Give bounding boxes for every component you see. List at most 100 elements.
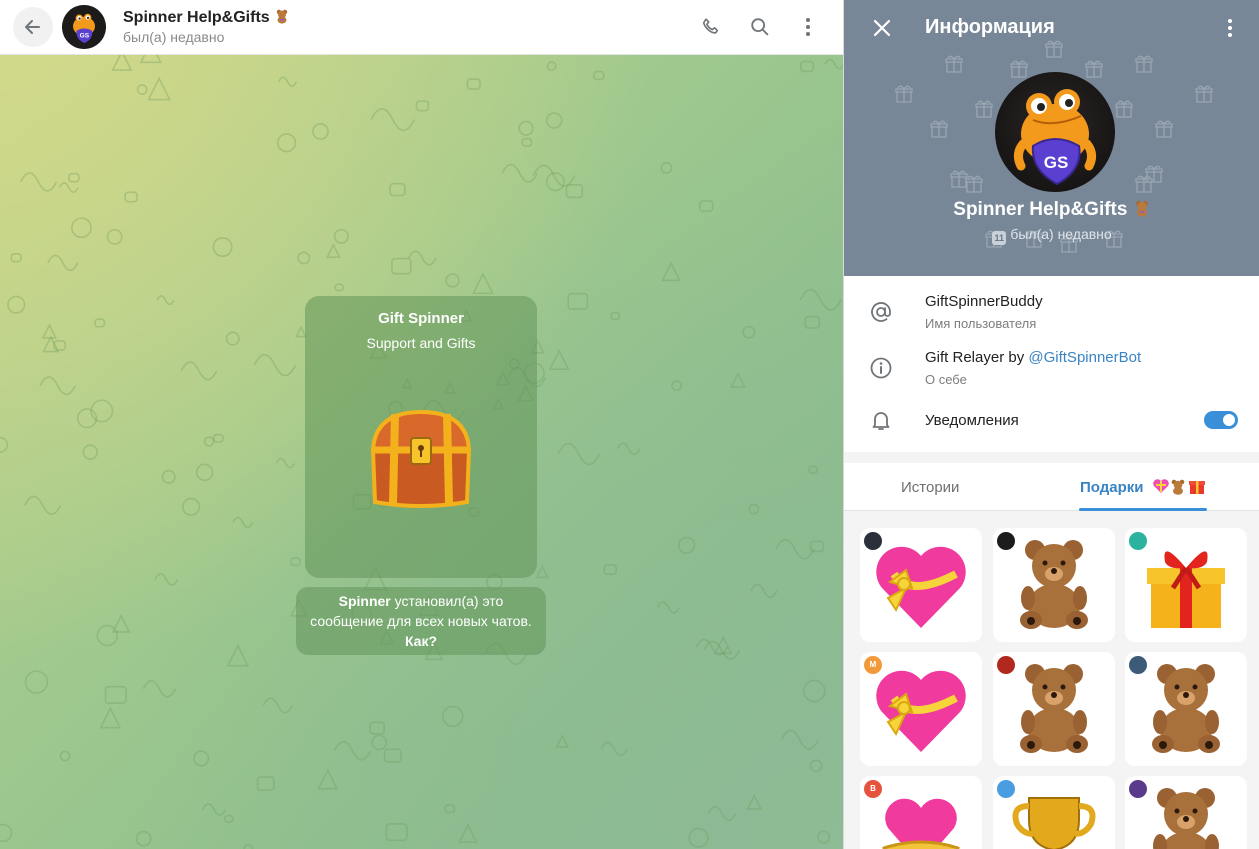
doodle-shape <box>68 172 80 183</box>
more-button[interactable] <box>795 14 821 40</box>
search-button[interactable] <box>747 14 773 40</box>
doodle-shape <box>800 60 815 73</box>
doodle-shape <box>535 564 549 579</box>
bio-text: Gift Relayer by <box>925 349 1029 366</box>
doodle-shape <box>369 721 386 735</box>
gift-card-teddy-bear[interactable] <box>1125 776 1247 849</box>
profile-status-text: был(а) недавно <box>1010 226 1112 242</box>
bot-welcome-card: Gift Spinner Support and Gifts <box>305 296 537 578</box>
bio-bot-link[interactable]: @GiftSpinnerBot <box>1028 349 1141 366</box>
gift-card-heart-box[interactable]: B <box>860 776 982 849</box>
doodle-shape <box>729 372 746 388</box>
profile-avatar[interactable]: GS <box>995 72 1115 192</box>
doodle-shape <box>147 76 171 101</box>
doodle-shape <box>565 184 584 199</box>
doodle-shape <box>225 331 240 346</box>
doodle-shape <box>334 283 344 292</box>
doodle-shape <box>713 635 733 655</box>
gift-card-teddy-bear[interactable] <box>993 528 1115 642</box>
gift-card-trophy[interactable] <box>993 776 1115 849</box>
close-button[interactable] <box>868 14 896 42</box>
doodle-shape <box>780 729 819 750</box>
doodle-shape <box>688 827 709 848</box>
info-icon <box>868 355 894 381</box>
bio-row[interactable]: Gift Relayer by @GiftSpinnerBot О себе <box>844 332 1259 388</box>
doodle-shape <box>19 172 58 192</box>
gift-card-heart-with-ribbon[interactable]: M <box>860 652 982 766</box>
doodle-shape <box>532 164 576 187</box>
doodle-shape <box>212 433 224 443</box>
notifications-row[interactable]: Уведомления <box>844 388 1259 452</box>
doodle-shape <box>546 61 557 72</box>
doodle-shape <box>90 399 114 423</box>
status-badge: 11 <box>992 231 1007 245</box>
gift-card-gift-box[interactable] <box>1125 528 1247 642</box>
doodle-shape <box>616 442 641 456</box>
doodle-shape <box>371 734 388 751</box>
doodle-shape <box>124 191 138 203</box>
gift-sender-avatar[interactable] <box>997 532 1015 550</box>
gift-sender-avatar[interactable]: B <box>864 780 882 798</box>
call-button[interactable] <box>698 14 724 40</box>
svg-text:GS: GS <box>1044 153 1069 172</box>
info-more-button[interactable] <box>1218 14 1242 42</box>
doodle-shape <box>317 768 339 790</box>
pattern-gift-icon <box>1155 120 1173 138</box>
doodle-shape <box>180 361 218 381</box>
gift-card-teddy-bear[interactable] <box>993 652 1115 766</box>
bell-icon <box>868 407 894 433</box>
doodle-shape <box>610 311 621 321</box>
username-row[interactable]: GiftSpinnerBuddy Имя пользователя <box>844 276 1259 332</box>
service-how-link[interactable]: Как? <box>405 633 437 649</box>
doodle-shape <box>458 823 478 843</box>
doodle-shape <box>243 843 254 849</box>
pattern-gift-icon <box>930 120 948 138</box>
doodle-shape <box>746 793 763 810</box>
doodle-shape <box>82 444 99 460</box>
gift-sender-avatar[interactable] <box>997 656 1015 674</box>
tab-gifts[interactable]: Подарки <box>1080 463 1208 511</box>
doodle-shape <box>557 442 601 466</box>
gift-sender-avatar[interactable] <box>1129 532 1147 550</box>
gift-card-teddy-bear[interactable] <box>1125 652 1247 766</box>
service-actor[interactable]: Spinner <box>339 593 391 609</box>
teddy-bear-icon <box>1133 199 1151 220</box>
doodle-shape <box>256 776 275 791</box>
gift-sender-avatar[interactable] <box>1129 656 1147 674</box>
doodle-shape <box>593 70 605 81</box>
doodle-shape <box>660 161 673 174</box>
pattern-gift-icon <box>1085 60 1103 78</box>
phone-icon <box>702 18 719 34</box>
more-vertical-icon <box>806 18 810 36</box>
doodle-shape <box>809 759 823 773</box>
pattern-gift-icon <box>1115 100 1133 118</box>
chat-title[interactable]: Spinner Help&Gifts <box>123 8 290 27</box>
doodle-shape <box>232 516 254 529</box>
gift-sender-avatar[interactable]: M <box>864 656 882 674</box>
gift-card-heart-with-ribbon[interactable] <box>860 528 982 642</box>
avatar[interactable]: GS <box>62 5 106 49</box>
notifications-toggle[interactable] <box>1204 411 1238 429</box>
doodle-shape <box>104 685 127 704</box>
doodle-shape <box>290 557 301 567</box>
doodle-shape <box>212 236 233 257</box>
doodle-shape <box>39 376 76 396</box>
chat-status: был(а) недавно <box>123 29 225 45</box>
gift-sender-avatar[interactable] <box>864 532 882 550</box>
doodle-shape <box>277 76 298 87</box>
tab-stories[interactable]: Истории <box>901 463 959 511</box>
doodle-shape <box>59 750 71 762</box>
more-vertical-icon <box>1228 19 1232 37</box>
gift-sender-avatar[interactable] <box>997 780 1015 798</box>
doodle-shape <box>600 741 628 757</box>
doodle-shape <box>262 697 293 714</box>
doodle-shape <box>253 354 297 377</box>
info-panel: Информация GS Spinner Help&Gifts 11 был(… <box>843 0 1259 849</box>
doodle-shape <box>808 465 819 475</box>
doodle-shape <box>555 733 570 748</box>
doodle-shape <box>748 503 760 515</box>
doodle-shape <box>521 137 533 147</box>
back-button[interactable] <box>13 7 53 47</box>
gift-sender-avatar[interactable] <box>1129 780 1147 798</box>
doodle-shape <box>799 288 842 311</box>
